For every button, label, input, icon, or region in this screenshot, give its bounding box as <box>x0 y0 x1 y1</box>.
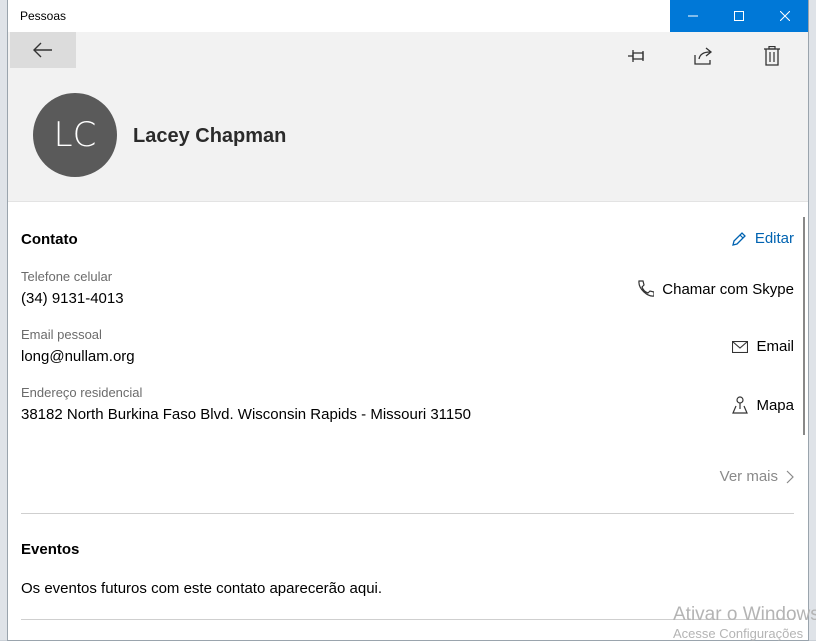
contact-name: Lacey Chapman <box>133 125 287 147</box>
back-button[interactable] <box>10 32 76 68</box>
address-label: Endereço residencial <box>21 385 143 400</box>
email-button[interactable]: Email <box>732 338 794 355</box>
close-icon <box>780 11 790 21</box>
map-button[interactable]: Mapa <box>732 396 794 414</box>
map-pin-icon <box>732 396 749 414</box>
email-label: Email pessoal <box>21 327 102 342</box>
pencil-icon <box>731 231 746 246</box>
email-action-label: Email <box>756 338 794 355</box>
back-arrow-icon <box>33 42 52 58</box>
share-button[interactable] <box>684 40 724 72</box>
mobile-label: Telefone celular <box>21 269 113 284</box>
trash-icon <box>764 46 780 66</box>
events-message: Os eventos futuros com este contato apar… <box>21 580 383 597</box>
events-section-title: Eventos <box>21 541 80 558</box>
activation-watermark: Ativar o Windows <box>673 604 816 625</box>
email-value: long@nullam.org <box>21 348 135 365</box>
contact-header: LC Lacey Chapman <box>8 32 808 202</box>
map-label: Mapa <box>756 396 794 414</box>
address-value: 38182 North Burkina Faso Blvd. Wisconsin… <box>21 406 471 423</box>
chevron-right-icon <box>786 470 794 483</box>
activation-watermark-subtitle: Acesse Configurações <box>673 626 804 641</box>
call-skype-button[interactable]: Chamar com Skype <box>636 280 794 298</box>
scrollbar[interactable] <box>803 217 805 435</box>
pin-button[interactable] <box>618 40 658 72</box>
share-icon <box>694 47 713 65</box>
contact-section-title: Contato <box>21 231 78 248</box>
pin-icon <box>628 50 644 62</box>
phone-icon <box>638 280 655 297</box>
delete-button[interactable] <box>752 40 792 72</box>
envelope-icon <box>732 340 749 353</box>
call-skype-label: Chamar com Skype <box>662 280 794 298</box>
title-bar: Pessoas <box>8 0 808 32</box>
mobile-value: (34) 9131-4013 <box>21 290 124 307</box>
minimize-icon <box>688 15 698 17</box>
contact-avatar: LC <box>33 93 117 177</box>
edit-button[interactable]: Editar <box>731 230 794 247</box>
contact-details: Contato Editar Telefone celular (34) 913… <box>8 202 808 640</box>
window-title: Pessoas <box>20 9 67 23</box>
edit-label: Editar <box>754 230 794 247</box>
section-divider <box>21 513 794 514</box>
see-more-label: Ver mais <box>719 468 778 485</box>
people-app-window: Pessoas LC Lacey Chapman Contato Editar … <box>8 0 808 640</box>
caption-buttons <box>670 0 808 32</box>
maximize-icon <box>734 11 744 21</box>
close-button[interactable] <box>762 0 808 32</box>
minimize-button[interactable] <box>670 0 716 32</box>
maximize-button[interactable] <box>716 0 762 32</box>
see-more-button[interactable]: Ver mais <box>720 468 794 485</box>
